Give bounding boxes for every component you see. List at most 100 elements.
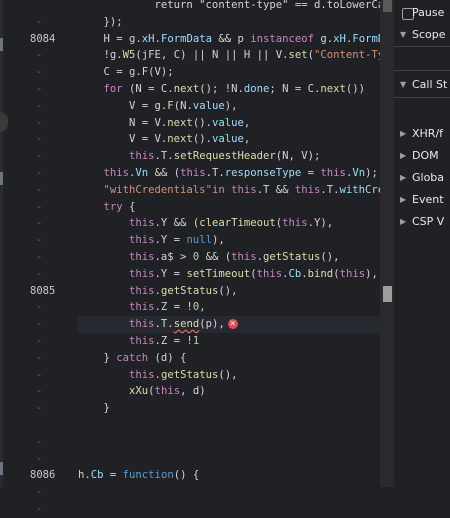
section-label: Globa (412, 171, 445, 184)
chevron-down-icon: ▼ (400, 30, 407, 39)
code-line: this.Y = setTimeout(this.Cb.bind(this), (78, 266, 378, 283)
code-token: } (78, 402, 110, 415)
sidebar-section[interactable]: ▶ XHR/f (394, 123, 450, 145)
code-token: .a$ > (154, 251, 193, 263)
line-number-dash[interactable]: - (36, 383, 76, 400)
code-token: this (129, 335, 155, 347)
code-line: this.T.setRequestHeader(N, V); (78, 148, 320, 165)
code-token: C = g. (78, 66, 142, 79)
code-token: this (339, 267, 366, 280)
code-token: .T. (154, 150, 174, 163)
code-token: null (186, 234, 212, 247)
line-number[interactable]: 8086 (30, 467, 70, 484)
code-line: C = g.F(V); (78, 64, 174, 81)
code-token: .T. (205, 167, 225, 179)
code-line: this.getStatus(), (78, 283, 237, 300)
code-token: , d) (180, 385, 206, 398)
line-number-dash[interactable]: - (36, 115, 76, 132)
divider (394, 97, 450, 98)
code-token: (jFE, C) || N || H || V. (135, 49, 289, 62)
line-number-dash[interactable]: - (36, 14, 76, 31)
error-icon[interactable]: ✕ (227, 319, 238, 330)
code-line: }); (78, 14, 123, 31)
code-token: Cb (288, 267, 302, 280)
line-number-dash[interactable] (36, 417, 76, 434)
line-number-dash[interactable]: - (36, 47, 76, 64)
line-number-dash[interactable]: - (36, 199, 76, 216)
gutter-edge (0, 0, 3, 487)
code-token: Vn (135, 167, 149, 179)
breakpoint-marker (0, 172, 3, 185)
line-number-dash[interactable]: - (36, 266, 76, 283)
line-number-dash[interactable]: - (36, 131, 76, 148)
line-number-dash[interactable]: - (36, 316, 76, 333)
code-token: setRequestHeader (173, 150, 276, 163)
collapse-handle[interactable] (0, 112, 8, 132)
scope-label: Scope (412, 28, 446, 41)
code-token: this (103, 167, 130, 179)
code-token: instanceof (250, 32, 315, 45)
line-number-dash[interactable]: - (36, 148, 76, 165)
line-number-dash[interactable]: - (36, 501, 76, 518)
code-token: && ( (148, 167, 181, 179)
code-token: (); !N. (199, 83, 244, 95)
code-token: return "content-type" == d.toLowerCase() (78, 0, 380, 11)
line-number-dash[interactable]: - (36, 64, 76, 81)
sidebar-section[interactable]: ▶ DOM (394, 145, 450, 167)
line-number-dash[interactable]: - (36, 182, 76, 199)
code-token: "Content-Ty (314, 49, 380, 62)
line-number-dash[interactable]: - (36, 400, 76, 417)
code-editor[interactable]: return "content-type" == d.toLowerCase()… (78, 0, 380, 487)
code-line: N = V.next().value, (78, 115, 250, 132)
code-token: value (211, 133, 244, 146)
editor-scrollbar[interactable] (380, 0, 394, 487)
line-number[interactable]: 8084 (30, 31, 70, 48)
line-number-dash[interactable]: - (36, 350, 76, 367)
scrollbar-thumb[interactable] (383, 286, 392, 302)
pause-on-exceptions-row[interactable]: Pause (394, 2, 450, 24)
line-number-dash[interactable]: - (36, 81, 76, 98)
code-line: xXu(this, d) (78, 383, 206, 400)
code-line: "withCredentials"in this.T && this.T.wit… (78, 182, 380, 199)
line-number[interactable]: 8085 (30, 283, 70, 300)
code-token: (N = C. (122, 83, 174, 95)
line-number-dash[interactable]: - (36, 299, 76, 316)
scope-section-header[interactable]: ▼ Scope (394, 24, 450, 46)
chevron-right-icon: ▶ (400, 195, 407, 204)
code-token: this (129, 267, 155, 280)
line-number-dash[interactable]: - (36, 165, 76, 182)
code-token: Vn (352, 167, 366, 179)
line-number-dash[interactable]: - (36, 367, 76, 384)
code-token: ; N = C. (269, 83, 321, 95)
code-token: , (199, 301, 206, 314)
line-number-dash[interactable]: - (36, 434, 76, 451)
code-token: next (167, 133, 193, 146)
line-number-dash[interactable]: - (36, 249, 76, 266)
code-token: setTimeout (186, 267, 251, 280)
section-label: XHR/f (412, 127, 444, 140)
line-number-dash[interactable]: - (36, 451, 76, 468)
sidebar-section[interactable]: ▶ CSP V (394, 211, 450, 233)
call-stack-label: Call St (412, 78, 448, 91)
line-number-dash[interactable]: - (36, 333, 76, 350)
line-number-dash[interactable]: - (36, 232, 76, 249)
code-token: this (129, 301, 155, 314)
sidebar-section[interactable]: ▶ Globa (394, 167, 450, 189)
sidebar-section[interactable]: ▶ Event (394, 189, 450, 211)
code-token: .Z = ! (154, 301, 193, 314)
call-stack-section-header[interactable]: ▼ Call St (394, 74, 450, 96)
code-line: H = g.xH.FormData && p instanceof g.xH.F… (78, 31, 381, 48)
chevron-right-icon: ▶ (400, 217, 407, 226)
code-token: h. (78, 469, 91, 482)
line-number-dash[interactable]: - (36, 215, 76, 232)
pause-label: Pause (412, 6, 445, 19)
code-line: try { (78, 199, 136, 216)
line-number-dash[interactable]: - (36, 98, 76, 115)
code-token: this (294, 183, 321, 196)
code-token: this (231, 251, 257, 263)
code-token: FormD (352, 32, 380, 45)
code-token: this (180, 167, 206, 179)
code-token: value (192, 99, 225, 112)
